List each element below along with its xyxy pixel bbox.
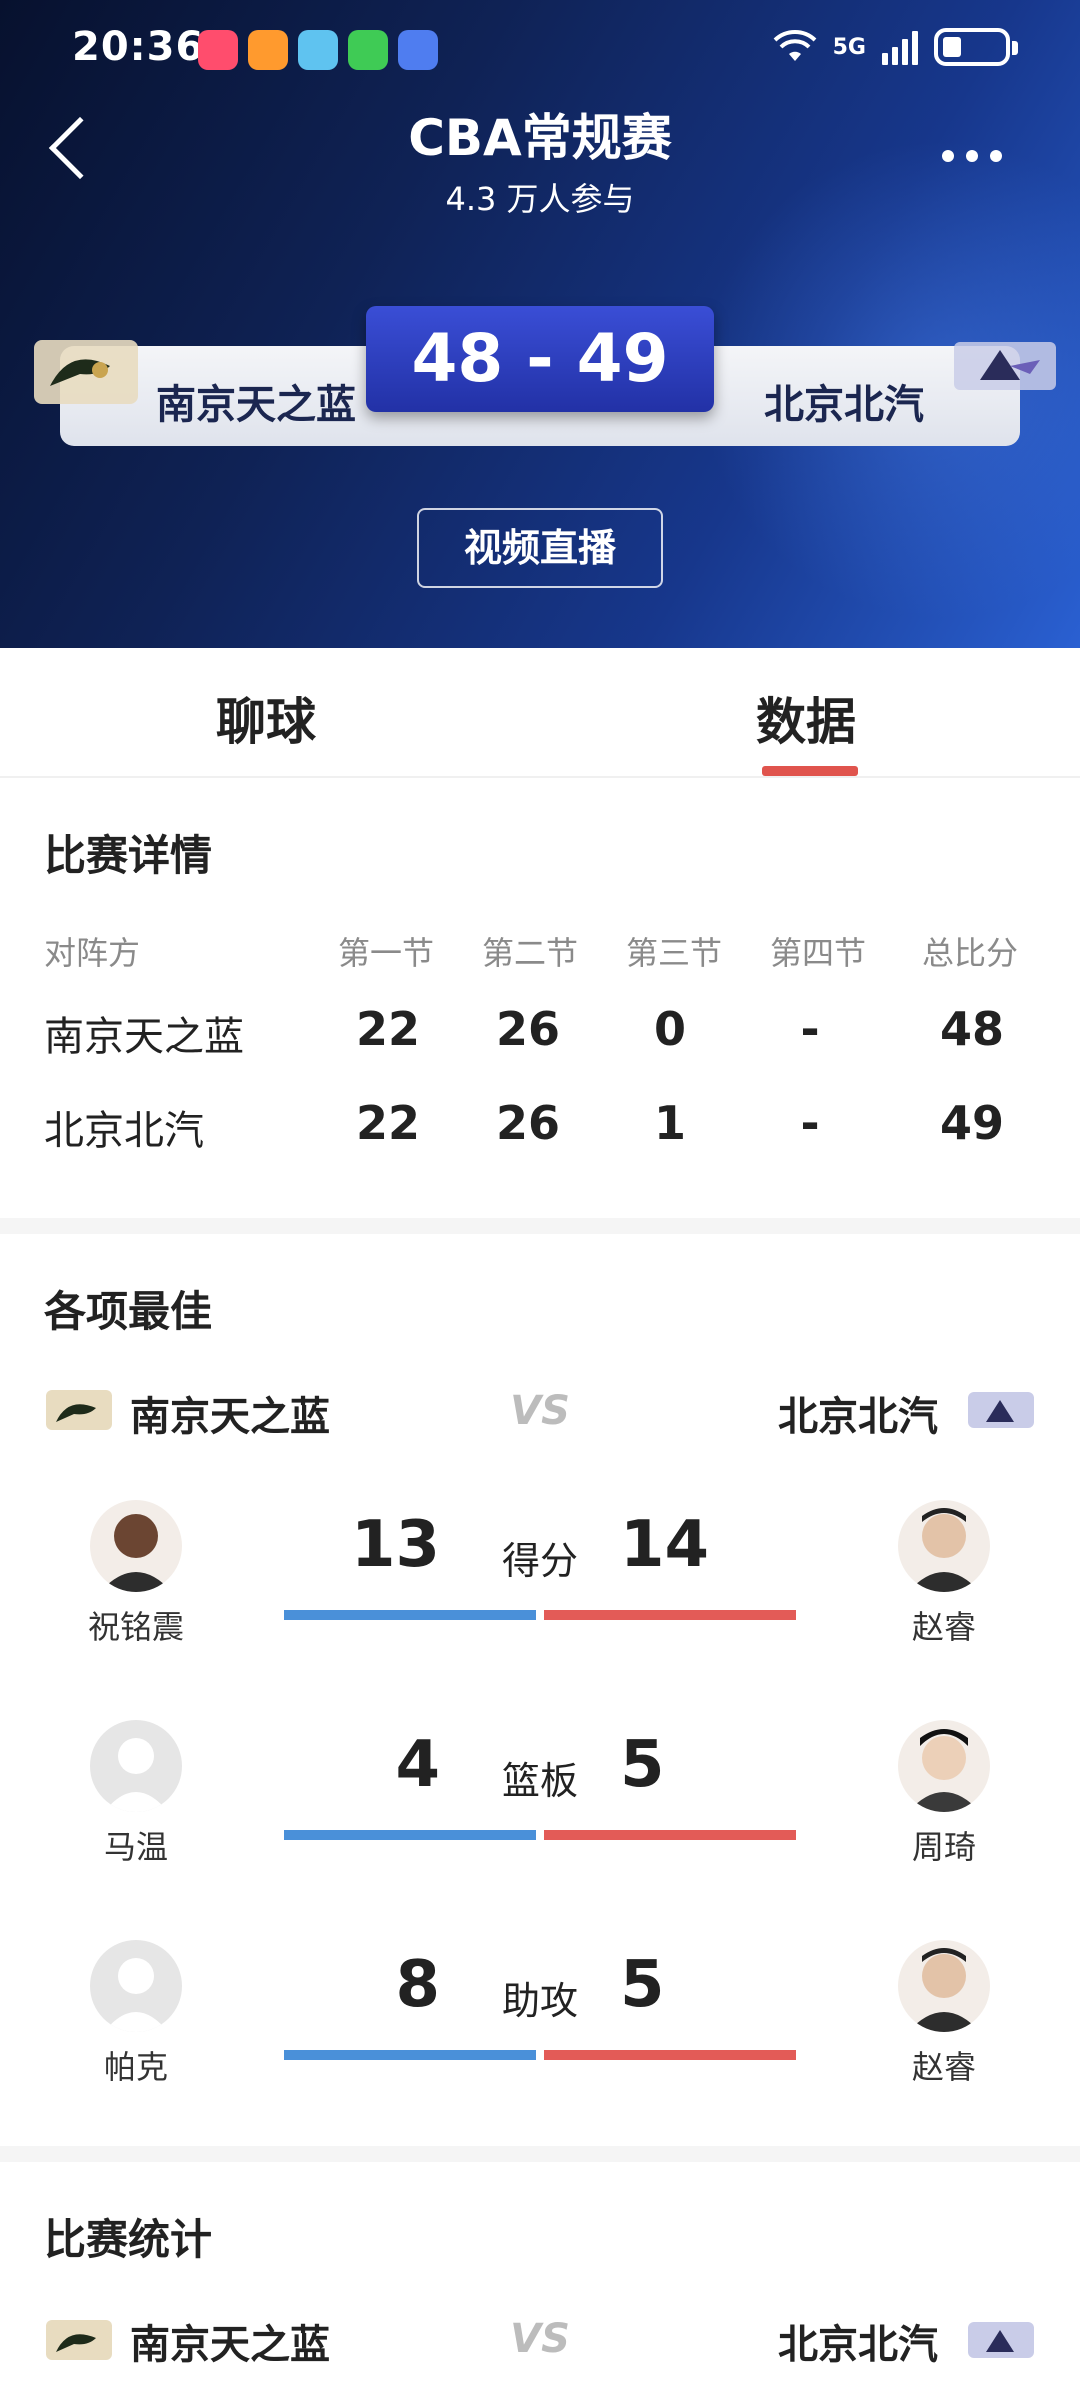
match-detail-title: 比赛详情	[44, 831, 213, 880]
tab-chat[interactable]: 聊球	[216, 682, 316, 754]
row1-q1: 22	[355, 1002, 420, 1056]
signal-icon	[882, 29, 918, 65]
header-total: 总比分	[922, 934, 1019, 972]
row2-q4: -	[800, 1096, 820, 1150]
tab-bar: 聊球 数据	[0, 648, 1080, 778]
header-q4: 第四节	[770, 934, 867, 972]
tab-data[interactable]: 数据	[756, 682, 856, 754]
row1-q2: 26	[495, 1002, 560, 1056]
home-stat-bar	[284, 1610, 536, 1620]
away-stat-value: 5	[620, 1728, 665, 1802]
home-stat-bar	[284, 2050, 536, 2060]
best-players-title: 各项最佳	[44, 1287, 213, 1336]
score-display: 48 - 49	[366, 306, 714, 412]
best-home-team: 南京天之蓝	[130, 1394, 330, 1440]
home-team-name: 南京天之蓝	[156, 382, 356, 428]
video-app-icon	[248, 30, 288, 70]
stat-label-points: 得分	[501, 1539, 578, 1583]
player-avatar-away-1[interactable]	[898, 1500, 990, 1592]
status-bar: 20:36 5G	[0, 0, 1080, 100]
browser-app-icon	[398, 30, 438, 70]
book-app-icon	[298, 30, 338, 70]
away-team-name: 北京北汽	[764, 382, 924, 428]
player-avatar-home-1[interactable]	[90, 1500, 182, 1592]
notification-icons	[198, 30, 438, 70]
header-team: 对阵方	[44, 934, 141, 972]
beijing-team-small-logo	[968, 2322, 1034, 2358]
row1-total: 48	[939, 1002, 1004, 1056]
away-stat-value: 14	[620, 1508, 710, 1582]
home-stat-value: 4	[395, 1728, 440, 1802]
away-stat-bar	[544, 1830, 796, 1840]
row2-total: 49	[939, 1096, 1004, 1150]
home-player-name: 祝铭震	[87, 1608, 184, 1646]
player-avatar-home-2[interactable]	[90, 1720, 182, 1812]
match-header: 20:36 5G CBA常规赛 4.3 万人参与 南京天之蓝 北京北汽 48 -…	[0, 0, 1080, 648]
section-divider	[0, 1218, 1080, 1234]
header-q3: 第三节	[626, 934, 723, 972]
away-player-name: 赵睿	[911, 2048, 976, 2086]
row1-team: 南京天之蓝	[44, 1014, 244, 1060]
video-live-button[interactable]: 视频直播	[417, 508, 663, 588]
beijing-ducks-logo	[954, 342, 1056, 390]
home-player-name: 帕克	[103, 2048, 168, 2086]
nanjing-team-small-logo	[46, 1390, 112, 1430]
player-avatar-away-3[interactable]	[898, 1940, 990, 2032]
beijing-team-small-logo	[968, 1392, 1034, 1428]
header-q2: 第二节	[482, 934, 579, 972]
active-tab-indicator	[762, 766, 858, 776]
page-title: CBA常规赛	[408, 109, 672, 167]
player-avatar-home-3[interactable]	[90, 1940, 182, 2032]
away-stat-bar	[544, 1610, 796, 1620]
stats-away-team: 北京北汽	[778, 2322, 938, 2368]
network-type: 5G	[832, 34, 866, 60]
participants-count: 4.3 万人参与	[445, 180, 635, 218]
row1-q3: 0	[653, 1002, 686, 1056]
more-options-icon[interactable]	[942, 150, 1002, 162]
music-app-icon	[198, 30, 238, 70]
home-player-name: 马温	[103, 1828, 168, 1866]
row2-q1: 22	[355, 1096, 420, 1150]
row1-q4: -	[800, 1002, 820, 1056]
stat-label-assists: 助攻	[501, 1979, 578, 2023]
vs-label: VS	[510, 2316, 570, 2362]
wechat-icon	[348, 30, 388, 70]
home-stat-value: 13	[350, 1508, 440, 1582]
nanjing-monkey-kings-logo	[34, 340, 138, 404]
vs-label: VS	[510, 1388, 570, 1434]
battery-icon	[934, 28, 1018, 66]
section-divider	[0, 2146, 1080, 2162]
wifi-icon	[773, 30, 817, 61]
header-q1: 第一节	[338, 934, 435, 972]
status-time: 20:36	[72, 24, 205, 70]
away-player-name: 周琦	[911, 1828, 976, 1866]
best-away-team: 北京北汽	[778, 1394, 938, 1440]
home-stat-value: 8	[395, 1948, 440, 2022]
row2-q3: 1	[653, 1096, 686, 1150]
stat-label-rebounds: 篮板	[501, 1759, 578, 1803]
away-stat-value: 5	[620, 1948, 665, 2022]
stats-home-team: 南京天之蓝	[130, 2322, 330, 2368]
row2-q2: 26	[495, 1096, 560, 1150]
player-avatar-away-2[interactable]	[898, 1720, 990, 1812]
nanjing-team-small-logo	[46, 2320, 112, 2360]
away-player-name: 赵睿	[911, 1608, 976, 1646]
row2-team: 北京北汽	[44, 1108, 204, 1154]
match-stats-title: 比赛统计	[44, 2215, 213, 2264]
home-stat-bar	[284, 1830, 536, 1840]
away-stat-bar	[544, 2050, 796, 2060]
